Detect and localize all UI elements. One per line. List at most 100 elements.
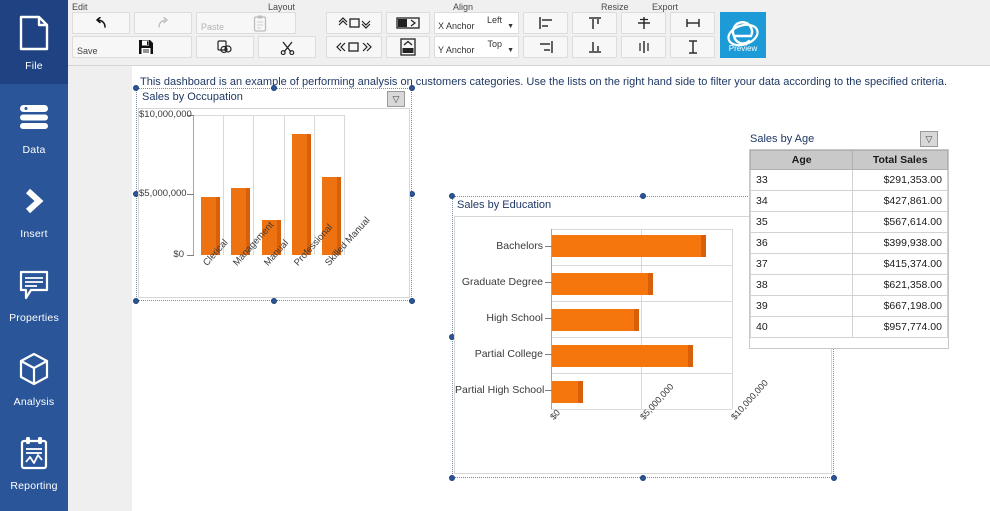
table-row[interactable]: 40 $957,774.00: [750, 316, 948, 338]
selection-handle[interactable]: [640, 193, 646, 199]
table-row[interactable]: 35 $567,614.00: [750, 211, 948, 233]
occ-ytick-2: $10,000,000: [139, 109, 192, 120]
order-horizontal-icon: [336, 42, 372, 52]
selection-handle[interactable]: [271, 85, 277, 91]
selection-handle[interactable]: [831, 475, 837, 481]
resize-height-icon: [688, 40, 697, 54]
table-row[interactable]: 39 $667,198.00: [750, 295, 948, 317]
cell-age: 36: [750, 232, 854, 254]
sidebar-item-reporting[interactable]: Reporting: [0, 420, 68, 504]
selection-handle[interactable]: [409, 85, 415, 91]
edu-cat-1: Graduate Degree: [461, 276, 543, 288]
cell-sales: $567,614.00: [852, 211, 948, 233]
paste-button[interactable]: Paste: [196, 12, 296, 34]
group-label-layout: Layout: [268, 2, 296, 12]
sidebar-item-file[interactable]: File: [0, 0, 68, 84]
align-left-button[interactable]: [523, 12, 568, 34]
preview-button[interactable]: Preview: [720, 12, 766, 58]
dock-left-icon: [396, 17, 420, 29]
filter-funnel-icon: ▽: [925, 133, 933, 144]
table-row[interactable]: 34 $427,861.00: [750, 190, 948, 212]
occ-ytick-0: $0: [173, 249, 184, 260]
table-row[interactable]: 36 $399,938.00: [750, 232, 948, 254]
undo-icon: [96, 16, 106, 28]
sidebar-label-data: Data: [22, 144, 46, 156]
chevron-down-icon[interactable]: ▼: [507, 47, 514, 54]
selection-handle[interactable]: [409, 298, 415, 304]
cell-sales: $427,861.00: [852, 190, 948, 212]
order-vertical-icon: [338, 17, 371, 29]
sidebar-item-insert[interactable]: Insert: [0, 168, 68, 252]
resize-width-icon: [685, 19, 700, 27]
center-horizontal-button[interactable]: [621, 36, 666, 58]
table-body: 33 $291,353.00 34 $427,861.00 35 $567,614.0…: [750, 169, 948, 338]
align-top-button[interactable]: [572, 12, 617, 34]
align-right-icon: [539, 41, 553, 53]
resize-height-button[interactable]: [670, 36, 715, 58]
group-label-align: Align: [453, 2, 474, 12]
sidebar-label-properties: Properties: [9, 312, 59, 324]
align-top-icon: [588, 17, 601, 29]
dashboard-description: This dashboard is an example of performi…: [140, 76, 948, 88]
col-header-total-sales: Total Sales: [852, 150, 948, 170]
x-anchor-value: Left: [486, 15, 502, 25]
chevron-down-icon[interactable]: ▼: [507, 23, 514, 30]
selection-handle[interactable]: [133, 85, 139, 91]
cell-age: 40: [750, 316, 854, 338]
edu-cat-2: High School: [486, 312, 543, 324]
selection-handle[interactable]: [449, 475, 455, 481]
table-row[interactable]: 37 $415,374.00: [750, 253, 948, 275]
education-panel-title: Sales by Education: [457, 199, 552, 211]
save-label: Save: [77, 46, 98, 56]
cut-button[interactable]: [258, 36, 316, 58]
bar-partial-high-school: [552, 381, 583, 403]
preview-label: Preview: [728, 43, 758, 53]
cell-sales: $415,374.00: [852, 253, 948, 275]
speech-bubble-icon: [14, 264, 54, 306]
y-anchor-value: Top: [487, 39, 502, 49]
sidebar-item-data[interactable]: Data: [0, 84, 68, 168]
sidebar-item-properties[interactable]: Properties: [0, 252, 68, 336]
dock-left-button[interactable]: [386, 12, 430, 34]
sidebar-label-analysis: Analysis: [13, 396, 55, 408]
dock-top-button[interactable]: [386, 36, 430, 58]
undo-button[interactable]: [72, 12, 130, 34]
center-vertical-button[interactable]: [621, 12, 666, 34]
selection-handle[interactable]: [133, 298, 139, 304]
selection-handle[interactable]: [640, 475, 646, 481]
center-vertical-icon: [637, 17, 650, 29]
dock-top-icon: [400, 38, 416, 56]
sidebar-label-insert: Insert: [20, 228, 48, 240]
align-bottom-button[interactable]: [572, 36, 617, 58]
order-horizontal-button[interactable]: [326, 36, 382, 58]
y-anchor-select[interactable]: Y Anchor Top ▼: [434, 36, 519, 58]
occupation-filter-button[interactable]: ▽: [387, 91, 405, 107]
bring-forward-button[interactable]: [326, 12, 382, 34]
group-label-export: Export: [652, 2, 679, 12]
align-left-icon: [538, 17, 552, 29]
edu-cat-0: Bachelors: [496, 240, 543, 252]
save-button[interactable]: Save: [72, 36, 192, 58]
sidebar-label-reporting: Reporting: [10, 480, 58, 492]
copy-button[interactable]: [196, 36, 254, 58]
edu-cat-4: Partial High School: [455, 384, 545, 396]
table-row[interactable]: 38 $621,358.00: [750, 274, 948, 296]
occupation-chart[interactable]: $10,000,000 $5,000,000 $0 Clerical Manag…: [138, 108, 410, 298]
floppy-disk-icon: [139, 40, 153, 54]
bar-professional: [292, 134, 311, 255]
col-header-age: Age: [750, 150, 854, 170]
selection-handle[interactable]: [271, 298, 277, 304]
resize-width-button[interactable]: [670, 12, 715, 34]
center-horizontal-icon: [638, 41, 649, 53]
align-right-button[interactable]: [523, 36, 568, 58]
x-anchor-select[interactable]: X Anchor Left ▼: [434, 12, 519, 34]
redo-icon: [158, 16, 168, 28]
sales-by-age-table[interactable]: Age Total Sales 33 $291,353.00 34 $427,861…: [749, 149, 949, 349]
redo-button[interactable]: [134, 12, 192, 34]
table-row[interactable]: 33 $291,353.00: [750, 169, 948, 191]
edu-xtick-2: $10,000,000: [729, 377, 770, 422]
cell-age: 34: [750, 190, 854, 212]
age-filter-button[interactable]: ▽: [920, 131, 938, 147]
sidebar-item-analysis[interactable]: Analysis: [0, 336, 68, 420]
selection-handle[interactable]: [449, 193, 455, 199]
